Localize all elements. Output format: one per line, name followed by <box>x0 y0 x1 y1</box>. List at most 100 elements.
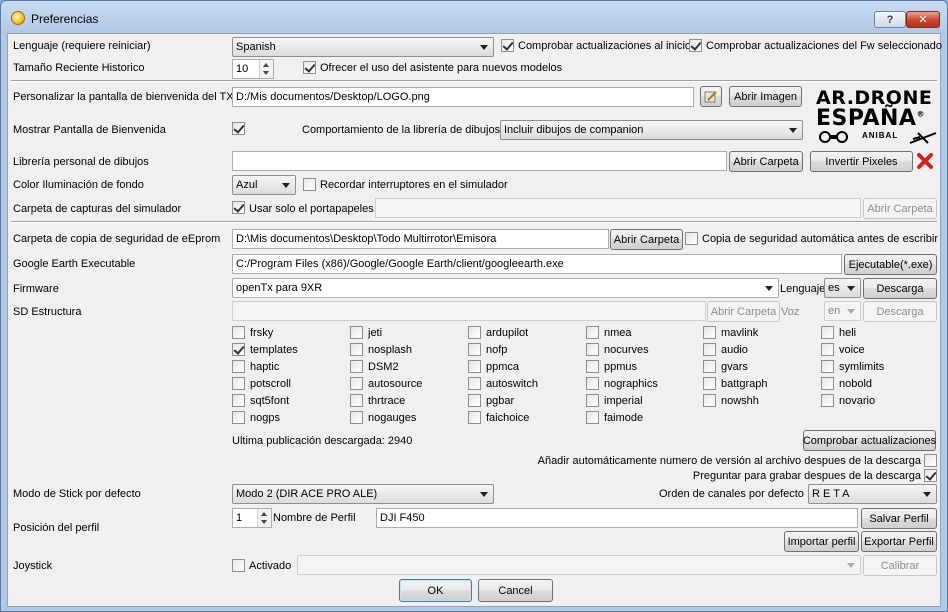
option-label: autoswitch <box>486 378 538 390</box>
joystick-device-select[interactable] <box>297 555 861 575</box>
sd-path-field[interactable] <box>232 301 706 321</box>
option-checkbox[interactable] <box>703 326 716 339</box>
option-checkbox[interactable] <box>821 326 834 339</box>
check-updates-fw-checkbox[interactable] <box>689 39 702 52</box>
profile-name-field[interactable]: DJI F450 <box>376 508 858 528</box>
option-checkbox[interactable] <box>468 326 481 339</box>
option-checkbox[interactable] <box>232 326 245 339</box>
option-checkbox[interactable] <box>468 360 481 373</box>
option-label: symlimits <box>839 361 885 373</box>
backup-open-folder-button[interactable]: Abrir Carpeta <box>610 229 683 250</box>
option-checkbox[interactable] <box>350 411 363 424</box>
option-label: sqt5font <box>250 395 290 407</box>
option-checkbox[interactable] <box>821 394 834 407</box>
chevron-down-icon <box>282 183 290 188</box>
option-checkbox[interactable] <box>586 411 599 424</box>
clipboard-only-checkbox[interactable] <box>232 201 245 214</box>
option-label: faimode <box>604 412 644 424</box>
option-checkbox[interactable] <box>350 360 363 373</box>
option-checkbox[interactable] <box>821 343 834 356</box>
wizard-checkbox[interactable] <box>303 61 316 74</box>
joystick-enabled-checkbox[interactable] <box>232 559 245 572</box>
option-checkbox[interactable] <box>350 326 363 339</box>
library-open-folder-button[interactable]: Abrir Carpeta <box>729 151 803 172</box>
history-spinbox[interactable]: 10 <box>232 59 274 79</box>
save-profile-button[interactable]: Salvar Perfil <box>861 508 937 529</box>
option-checkbox[interactable] <box>350 343 363 356</box>
joystick-enabled-label: Activado <box>249 560 292 572</box>
open-image-button[interactable]: Abrir Imagen <box>729 86 802 107</box>
option-checkbox[interactable] <box>232 360 245 373</box>
delete-icon[interactable] <box>916 152 934 170</box>
option-checkbox[interactable] <box>586 360 599 373</box>
separator <box>11 80 937 82</box>
option-checkbox[interactable] <box>703 394 716 407</box>
cancel-button[interactable]: Cancel <box>478 579 553 602</box>
export-profile-button[interactable]: Exportar Perfil <box>861 531 937 552</box>
help-button[interactable]: ? <box>874 11 906 28</box>
option-checkbox[interactable] <box>586 377 599 390</box>
history-value: 10 <box>236 63 249 75</box>
google-earth-path-field[interactable]: C:/Program Files (x86)/Google/Google Ear… <box>232 254 842 274</box>
sd-download-button[interactable]: Descarga <box>863 301 937 322</box>
voice-select[interactable]: en <box>824 301 861 321</box>
splash-image-button[interactable] <box>700 86 722 107</box>
option-checkbox[interactable] <box>703 360 716 373</box>
option-checkbox[interactable] <box>821 377 834 390</box>
language-select[interactable]: Spanish <box>232 37 494 57</box>
option-label: mavlink <box>721 327 759 339</box>
sd-open-folder-button[interactable]: Abrir Carpeta <box>707 301 780 322</box>
check-updates-button[interactable]: Comprobar actualizaciones <box>803 430 936 451</box>
option-label: nmea <box>604 327 632 339</box>
spin-arrows-icon[interactable] <box>259 60 273 78</box>
chevron-down-icon <box>480 45 488 50</box>
option-label: DSM2 <box>368 361 399 373</box>
show-splash-checkbox[interactable] <box>232 122 245 135</box>
option-checkbox[interactable] <box>232 343 245 356</box>
profile-position-spinbox[interactable]: 1 <box>232 508 272 528</box>
option-checkbox[interactable] <box>468 394 481 407</box>
lib-behavior-select[interactable]: Incluir dibujos de companion <box>500 120 803 140</box>
firmware-label: Firmware <box>13 283 59 295</box>
chevron-down-icon <box>847 286 855 291</box>
library-path-field[interactable] <box>232 151 727 171</box>
add-version-checkbox[interactable] <box>924 454 937 467</box>
option-checkbox[interactable] <box>468 377 481 390</box>
option-checkbox[interactable] <box>586 394 599 407</box>
sim-captures-open-folder-button[interactable]: Abrir Carpeta <box>863 198 937 219</box>
check-updates-start-checkbox[interactable] <box>501 39 514 52</box>
backup-path-field[interactable]: D:\Mis documentos\Desktop\Todo Multirrot… <box>232 229 609 249</box>
stick-mode-select[interactable]: Modo 2 (DIR ACE PRO ALE) <box>232 484 494 504</box>
ask-burn-checkbox[interactable] <box>924 469 937 482</box>
auto-backup-checkbox[interactable] <box>685 232 698 245</box>
firmware-lang-select[interactable]: es <box>824 278 861 298</box>
firmware-download-button[interactable]: Descarga <box>863 278 937 299</box>
splash-path-field[interactable]: D:/Mis documentos/Desktop/LOGO.png <box>232 87 694 107</box>
option-checkbox[interactable] <box>232 394 245 407</box>
option-checkbox[interactable] <box>821 360 834 373</box>
ok-button[interactable]: OK <box>399 579 472 602</box>
channel-order-select[interactable]: R E T A <box>808 484 937 504</box>
invert-pixels-button[interactable]: Invertir Pixeles <box>810 151 913 172</box>
option-checkbox[interactable] <box>468 343 481 356</box>
title-bar[interactable]: Preferencias ? ✕ <box>1 1 947 31</box>
close-button[interactable]: ✕ <box>906 11 940 28</box>
option-checkbox[interactable] <box>232 411 245 424</box>
backlight-select[interactable]: Azul <box>232 175 296 195</box>
firmware-select[interactable]: openTx para 9XR <box>232 278 779 298</box>
calibrate-button[interactable]: Calibrar <box>863 555 937 576</box>
import-profile-button[interactable]: Importar perfil <box>784 531 859 552</box>
option-checkbox[interactable] <box>232 377 245 390</box>
option-checkbox[interactable] <box>586 343 599 356</box>
option-checkbox[interactable] <box>703 343 716 356</box>
option-checkbox[interactable] <box>703 377 716 390</box>
remember-switches-checkbox[interactable] <box>303 178 316 191</box>
option-checkbox[interactable] <box>468 411 481 424</box>
language-label: Lenguaje (requiere reiniciar) <box>13 40 151 52</box>
option-checkbox[interactable] <box>350 394 363 407</box>
spin-arrows-icon[interactable] <box>257 509 271 527</box>
option-checkbox[interactable] <box>586 326 599 339</box>
executable-button[interactable]: Ejecutable(*.exe) <box>844 254 937 275</box>
option-checkbox[interactable] <box>350 377 363 390</box>
sim-captures-path-field[interactable] <box>375 198 861 218</box>
